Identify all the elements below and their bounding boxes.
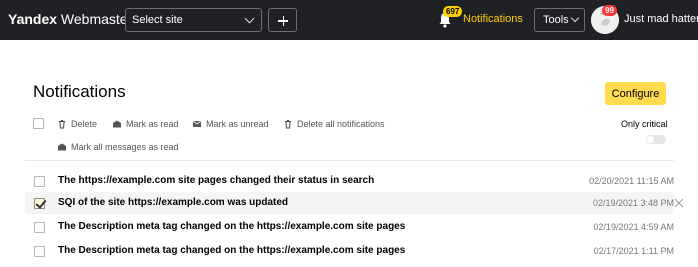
envelope-open-icon	[113, 120, 121, 128]
tools-button[interactable]: Tools	[534, 8, 585, 32]
tools-label: Tools	[543, 14, 569, 26]
close-icon[interactable]	[674, 198, 684, 208]
brand-logo[interactable]: Yandex Webmaster	[8, 11, 132, 27]
checkmark-icon	[35, 197, 47, 209]
only-critical-label: Only critical	[621, 119, 668, 129]
select-all-checkbox[interactable]	[33, 118, 44, 129]
toggle-knob	[647, 136, 654, 143]
envelope-icon	[192, 120, 202, 127]
username[interactable]: Just mad hatter	[624, 13, 698, 25]
trash-icon	[285, 120, 291, 129]
mark-as-unread-label: Mark as unread	[206, 119, 269, 129]
notification-title[interactable]: The Description meta tag changed on the …	[58, 221, 405, 232]
top-bar: Yandex Webmaster Select site 697 Notific…	[0, 0, 698, 40]
divider	[25, 160, 674, 161]
mark-as-read-label: Mark as read	[126, 119, 179, 129]
notification-time: 02/20/2021 11:15 AM	[589, 176, 674, 186]
row-checkbox[interactable]	[34, 176, 45, 187]
trash-icon	[59, 120, 65, 129]
notification-row[interactable]: The Description meta tag changed on the …	[25, 216, 674, 238]
notification-time: 02/19/2021 4:59 AM	[593, 222, 674, 232]
row-checkbox[interactable]	[34, 222, 45, 233]
notifications-link[interactable]: Notifications	[463, 13, 523, 25]
configure-button[interactable]: Configure	[605, 82, 666, 105]
brand-yandex: Yandex	[8, 11, 58, 27]
notification-time: 02/17/2021 1:11 PM	[593, 246, 674, 256]
mark-all-read-label: Mark all messages as read	[71, 142, 179, 152]
notification-row[interactable]: SQI of the site https://example.com was …	[25, 192, 674, 214]
avatar-badge: 99	[602, 5, 617, 16]
notification-title[interactable]: The Description meta tag changed on the …	[58, 245, 405, 256]
page-title: Notifications	[33, 82, 126, 101]
notification-row[interactable]: The Description meta tag changed on the …	[25, 240, 674, 262]
notification-title[interactable]: The https://example.com site pages chang…	[58, 175, 374, 186]
notifications-count-badge: 697	[443, 6, 463, 17]
brand-webmaster: Webmaster	[57, 11, 133, 27]
notification-time: 02/19/2021 3:48 PM	[592, 198, 674, 208]
delete-all-label: Delete all notifications	[297, 119, 385, 129]
site-select-label: Select site	[132, 14, 183, 26]
chevron-down-icon	[244, 13, 255, 24]
add-site-button[interactable]	[268, 8, 297, 32]
configure-label: Configure	[611, 88, 660, 100]
chevron-down-icon	[570, 13, 580, 23]
only-critical-toggle[interactable]	[646, 135, 666, 144]
notification-title[interactable]: SQI of the site https://example.com was …	[58, 197, 288, 208]
envelope-open-icon	[58, 143, 66, 151]
site-select[interactable]: Select site	[125, 8, 262, 32]
notification-row[interactable]: The https://example.com site pages chang…	[25, 170, 674, 192]
row-checkbox[interactable]	[34, 197, 47, 209]
row-checkbox[interactable]	[34, 246, 45, 257]
delete-label: Delete	[71, 119, 98, 129]
